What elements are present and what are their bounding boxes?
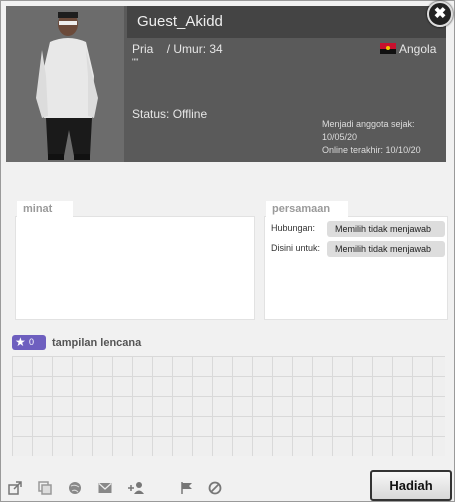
badge-counter[interactable]: ★ 0: [12, 335, 46, 350]
avatar: [6, 6, 124, 162]
flag-icon[interactable]: [179, 481, 195, 497]
badge-title: tampilan lencana: [52, 337, 142, 349]
profile-header: Guest_Akidd Pria / Umur: 34 "" Angola St…: [6, 6, 446, 162]
here-for-label: Disini untuk:: [271, 243, 321, 253]
username: Guest_Akidd: [137, 13, 223, 30]
matches-title: persamaan: [266, 201, 348, 217]
member-since-label: Menjadi anggota sejak:: [322, 119, 415, 129]
share-icon[interactable]: [7, 481, 23, 497]
country-name: Angola: [399, 42, 437, 56]
name-bar: Guest_Akidd: [127, 6, 446, 38]
last-online-date: 10/10/20: [385, 145, 421, 155]
globe-icon[interactable]: [67, 481, 83, 497]
add-friend-icon[interactable]: [126, 481, 146, 497]
avatar-figure: [6, 6, 124, 162]
last-online: Online terakhir: 10/10/20: [322, 145, 421, 155]
gender-age: Pria / Umur: 34: [132, 42, 223, 56]
profile-panel: Guest_Akidd Pria / Umur: 34 "" Angola St…: [0, 0, 455, 502]
badge-grid: [12, 356, 445, 456]
copy-icon[interactable]: [37, 481, 53, 497]
star-icon: ★: [15, 335, 26, 349]
interests-box: [15, 216, 255, 320]
relationship-value: Memilih tidak menjawab: [327, 221, 445, 237]
mail-icon[interactable]: [97, 481, 113, 497]
interests-title: minat: [17, 201, 73, 217]
member-since-date: 10/05/20: [322, 132, 358, 142]
angola-flag-icon: [380, 43, 396, 54]
tagline: "": [132, 57, 139, 67]
relationship-label: Hubungan:: [271, 223, 316, 233]
age-label: / Umur:: [166, 42, 207, 56]
country: Angola: [380, 42, 436, 56]
badge-count: 0: [29, 337, 35, 347]
gender: Pria: [132, 42, 154, 56]
gift-button[interactable]: Hadiah: [370, 470, 452, 501]
age: 34: [209, 42, 223, 56]
here-for-value: Memilih tidak menjawab: [327, 241, 445, 257]
block-icon[interactable]: [207, 481, 223, 497]
status: Status: Offline: [132, 107, 208, 121]
last-online-label: Online terakhir:: [322, 145, 384, 155]
close-button[interactable]: ✖: [427, 1, 453, 27]
